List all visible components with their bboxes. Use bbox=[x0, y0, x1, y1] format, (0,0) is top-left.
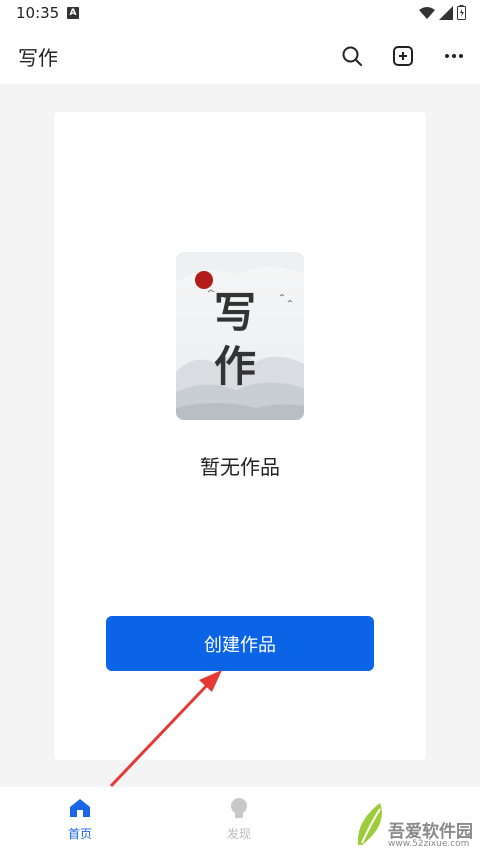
leaf-logo-icon bbox=[357, 803, 382, 845]
watermark-url: www.52zixue.com bbox=[388, 839, 470, 849]
wifi-icon bbox=[419, 6, 435, 19]
home-icon bbox=[70, 799, 90, 817]
watermark: 吾爱软件园 www.52zixue.com bbox=[352, 795, 480, 853]
notification-icon: A bbox=[67, 7, 79, 19]
create-work-button[interactable]: 创建作品 bbox=[106, 616, 374, 671]
nav-label-discover: 发现 bbox=[226, 827, 251, 841]
add-box-icon bbox=[393, 46, 413, 66]
nav-item-home[interactable]: 首页 bbox=[50, 797, 110, 842]
page-title: 写作 bbox=[18, 46, 58, 70]
more-button[interactable] bbox=[440, 42, 468, 70]
search-button[interactable] bbox=[338, 42, 366, 70]
writing-illustration: 写作 bbox=[176, 252, 304, 420]
search-icon bbox=[342, 46, 362, 66]
nav-item-discover[interactable]: 发现 bbox=[209, 797, 269, 842]
status-indicators bbox=[419, 5, 466, 20]
battery-icon bbox=[457, 5, 466, 20]
app-bar: 写作 bbox=[0, 28, 480, 84]
bulb-icon bbox=[231, 798, 247, 818]
empty-state-text: 暂无作品 bbox=[200, 455, 280, 479]
signal-icon bbox=[439, 5, 453, 20]
illustration-title: 写作 bbox=[214, 288, 257, 391]
more-icon bbox=[445, 54, 463, 58]
status-bar: 10:35 A bbox=[0, 0, 480, 28]
empty-works-card: 写作 暂无作品 创建作品 bbox=[54, 112, 426, 760]
add-button[interactable] bbox=[389, 42, 417, 70]
nav-label-home: 首页 bbox=[67, 827, 92, 841]
status-time: 10:35 bbox=[16, 4, 60, 22]
